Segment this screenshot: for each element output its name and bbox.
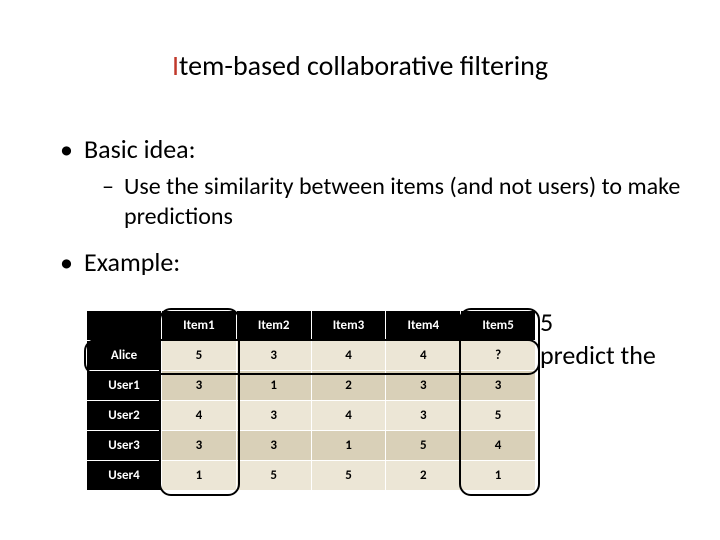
bullet-dot-icon: • [60,135,84,164]
cell: 3 [236,431,311,461]
table-row: User3 3 3 1 5 4 [87,431,536,461]
slide: Item-based collaborative filtering • Bas… [0,0,720,540]
cell: 4 [311,401,386,431]
sub-bullet-text: Use the similarity between items (and no… [124,172,690,232]
cell: 4 [386,341,461,371]
table-row: User1 3 1 2 3 3 [87,371,536,401]
cell: 1 [236,371,311,401]
table-row: User2 4 3 4 3 5 [87,401,536,431]
title-accent: I [172,48,179,83]
cell: 4 [311,341,386,371]
cell: 5 [311,461,386,491]
cell: 3 [162,431,237,461]
cell: 5 [236,461,311,491]
bullet-text: Basic idea: [84,135,196,164]
bullet-text: Example: [84,248,180,277]
row-header: User4 [87,461,162,491]
cell: 3 [236,401,311,431]
cell: 1 [461,461,536,491]
cell: 5 [386,431,461,461]
cell: 4 [162,401,237,431]
col-header: Item2 [236,311,311,341]
table-row: Alice 5 3 4 4 ? [87,341,536,371]
table-row: User4 1 5 5 2 1 [87,461,536,491]
cell: 3 [386,401,461,431]
row-header: User3 [87,431,162,461]
row-header: User2 [87,401,162,431]
dash-icon: – [102,172,124,202]
col-header: Item4 [386,311,461,341]
slide-title: Item-based collaborative filtering [0,48,720,83]
cell: 3 [461,371,536,401]
side-line-2: predict the [540,339,656,372]
bullet-dot-icon: • [60,248,84,277]
row-header: User1 [87,371,162,401]
cell: ? [461,341,536,371]
cell: 5 [162,341,237,371]
cell: 4 [461,431,536,461]
cell: 3 [162,371,237,401]
cell: 5 [461,401,536,431]
cell: 1 [311,431,386,461]
content-block: • Basic idea: – Use the similarity betwe… [60,135,690,284]
cell: 1 [162,461,237,491]
cell: 3 [236,341,311,371]
side-line-1: 5 [540,306,656,339]
cell: 3 [386,371,461,401]
table-header-row: Item1 Item2 Item3 Item4 Item5 [87,311,536,341]
sub-bullet-similarity: – Use the similarity between items (and … [102,172,690,232]
bullet-example: • Example: [60,248,690,277]
col-header: Item1 [162,311,237,341]
table-corner [87,311,162,341]
ratings-table-wrap: Item1 Item2 Item3 Item4 Item5 Alice 5 3 … [86,310,536,491]
col-header: Item5 [461,311,536,341]
col-header: Item3 [311,311,386,341]
ratings-table: Item1 Item2 Item3 Item4 Item5 Alice 5 3 … [86,310,536,491]
cell: 2 [386,461,461,491]
title-rest: tem-based collaborative filtering [179,48,548,83]
bullet-basic-idea: • Basic idea: [60,135,690,164]
cell: 2 [311,371,386,401]
side-text: 5 predict the [540,306,656,371]
row-header: Alice [87,341,162,371]
